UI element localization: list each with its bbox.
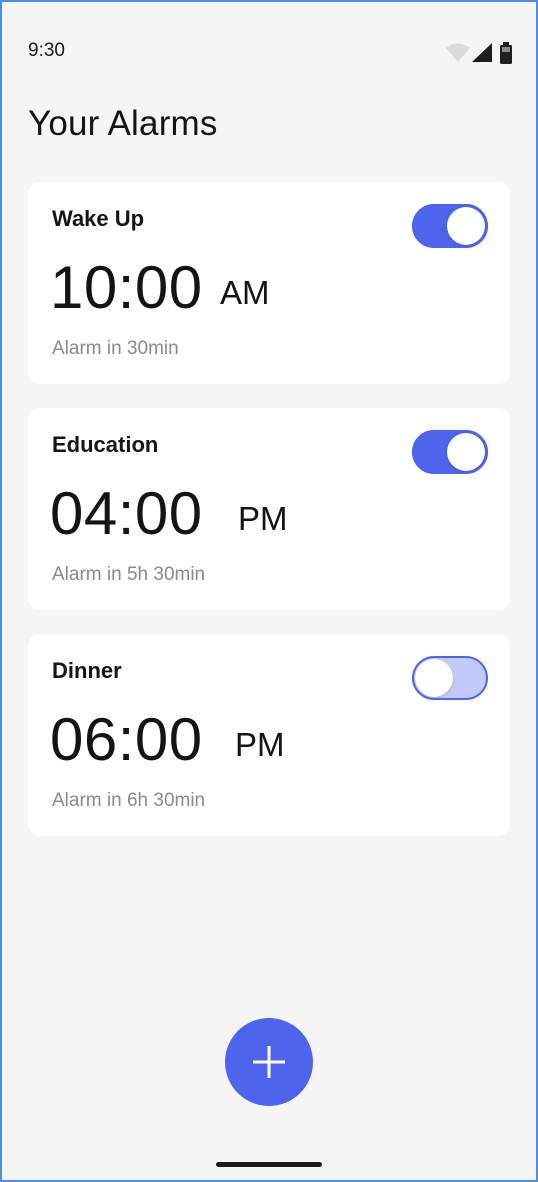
- alarm-countdown: Alarm in 5h 30min: [52, 564, 206, 585]
- alarm-label: Wake Up: [52, 206, 145, 231]
- status-icons: [444, 42, 516, 66]
- home-indicator[interactable]: [216, 1162, 322, 1167]
- alarm-time: 10:00: [50, 254, 203, 321]
- toggle-knob: [415, 659, 453, 697]
- toggle-knob: [447, 433, 485, 471]
- alarm-card-dinner[interactable]: Dinner 06:00 PM Alarm in 6h 30min: [28, 634, 510, 836]
- alarm-card-wake-up[interactable]: Wake Up 10:00 AM Alarm in 30min: [28, 182, 510, 384]
- wifi-icon: [446, 43, 470, 62]
- app-screen: 9:30 Your Alarms Wake Up 10:00 AM Alarm …: [0, 0, 538, 1182]
- alarm-label: Dinner: [52, 658, 122, 683]
- alarm-card-education[interactable]: Education 04:00 PM Alarm in 5h 30min: [28, 408, 510, 610]
- battery-icon: [500, 42, 512, 64]
- alarm-countdown: Alarm in 6h 30min: [52, 790, 206, 811]
- status-bar: 9:30: [2, 2, 536, 102]
- plus-icon: [253, 1046, 285, 1078]
- alarm-toggle-education[interactable]: [412, 430, 488, 474]
- cellular-signal-icon: [472, 43, 492, 62]
- alarm-toggle-wake-up[interactable]: [412, 204, 488, 248]
- add-alarm-button[interactable]: [225, 1018, 313, 1106]
- alarm-period: AM: [220, 274, 270, 311]
- alarm-label: Education: [52, 432, 159, 457]
- alarm-time: 04:00: [50, 480, 203, 547]
- alarm-time: 06:00: [50, 706, 203, 773]
- alarm-period: PM: [238, 500, 288, 537]
- status-time: 9:30: [28, 40, 65, 61]
- toggle-knob: [447, 207, 485, 245]
- alarm-period: PM: [235, 726, 285, 763]
- page-title: Your Alarms: [28, 104, 218, 143]
- alarm-countdown: Alarm in 30min: [52, 338, 179, 359]
- alarm-toggle-dinner[interactable]: [412, 656, 488, 700]
